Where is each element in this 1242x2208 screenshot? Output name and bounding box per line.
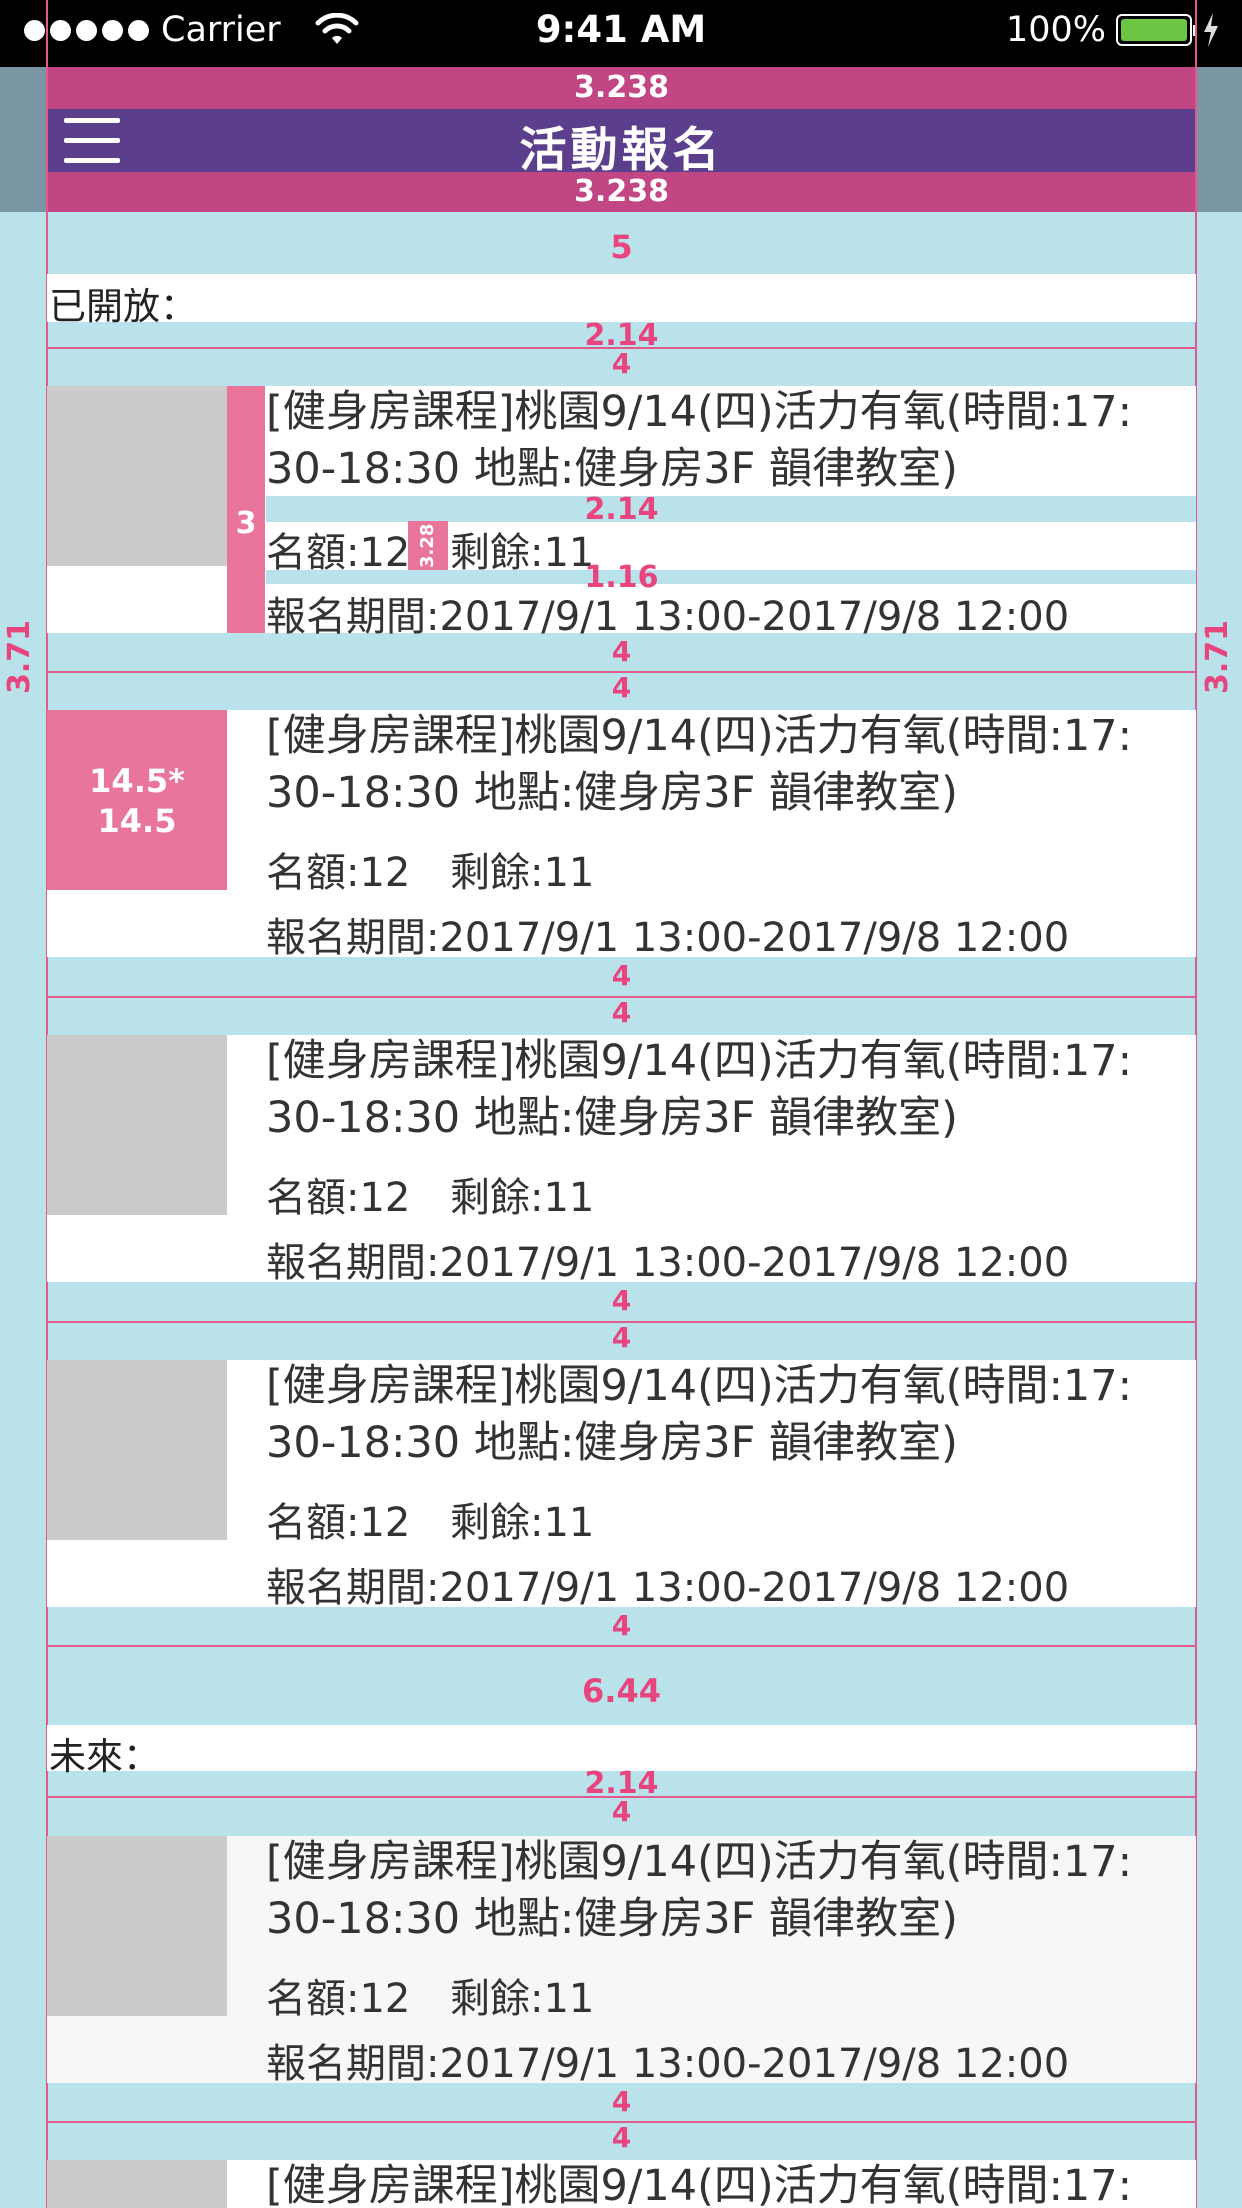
item-gap-measure: 4 bbox=[611, 1795, 632, 1828]
event-remaining: 剩餘:11 bbox=[450, 1976, 595, 2022]
item-gap-measure: 4 bbox=[611, 996, 632, 1029]
open-section-spacing-above: 5 bbox=[610, 228, 633, 266]
charging-bolt-icon bbox=[1204, 13, 1218, 47]
event-thumbnail bbox=[47, 386, 227, 566]
event-title-line1: [健身房課程]桃園9/14(四)活力有氧(時間:17: bbox=[266, 2161, 1133, 2208]
nav-bottom-spacing: 3.238 bbox=[47, 172, 1196, 212]
event-quota: 名額:12 bbox=[266, 1976, 411, 2022]
future-section-spacing-above: 6.44 bbox=[582, 1672, 661, 1710]
event-period: 報名期間:2017/9/1 13:00-2017/9/8 12:00 bbox=[266, 915, 1070, 961]
left-side-measure: 3.71 bbox=[2, 620, 37, 695]
event-title-line1: [健身房課程]桃園9/14(四)活力有氧(時間:17: bbox=[266, 1036, 1133, 1086]
left-margin-guide bbox=[0, 67, 47, 212]
battery-icon bbox=[1116, 14, 1197, 46]
event-title-line2: 30-18:30 地點:健身房3F 韻律教室) bbox=[266, 1418, 958, 1468]
page-title: 活動報名 bbox=[519, 123, 724, 178]
thumb-size-line1: 14.5* bbox=[89, 762, 185, 800]
event-title-line2: 30-18:30 地點:健身房3F 韻律教室) bbox=[266, 1894, 958, 1944]
event-remaining: 剩餘:11 bbox=[450, 1500, 595, 1546]
event-thumbnail bbox=[47, 1360, 227, 1540]
item-gap-measure: 4 bbox=[611, 2085, 632, 2118]
event-quota: 名額:12 bbox=[266, 850, 411, 896]
event-remaining: 剩餘:11 bbox=[450, 850, 595, 896]
right-margin-guide bbox=[1196, 67, 1242, 212]
item-gap-measure: 4 bbox=[611, 635, 632, 668]
nav-top-measure: 3.238 bbox=[574, 70, 669, 105]
item-gap-measure: 4 bbox=[611, 1609, 632, 1642]
item-gap-measure: 4 bbox=[611, 671, 632, 704]
item-gap-measure: 4 bbox=[611, 347, 632, 380]
status-bar: Carrier 9:41 AM 100% bbox=[0, 0, 1242, 67]
event-quota: 名額:12 bbox=[266, 1500, 411, 1546]
event-title-line2: 30-18:30 地點:健身房3F 韻律教室) bbox=[266, 1093, 958, 1143]
event-period: 報名期間:2017/9/1 13:00-2017/9/8 12:00 bbox=[266, 1240, 1070, 1286]
event-quota: 名額:12 bbox=[266, 1175, 411, 1221]
event-thumbnail bbox=[47, 1836, 227, 2016]
nav-bottom-measure: 3.238 bbox=[574, 174, 669, 209]
event-title-line1: [健身房課程]桃園9/14(四)活力有氧(時間:17: bbox=[266, 1361, 1133, 1411]
item-gap-measure: 4 bbox=[611, 1321, 632, 1354]
event-title-line1: [健身房課程]桃園9/14(四)活力有氧(時間:17: bbox=[266, 387, 1133, 437]
event-thumbnail bbox=[47, 1035, 227, 1215]
item-gap-measure: 4 bbox=[611, 1284, 632, 1317]
battery-group: 100% bbox=[1006, 10, 1220, 50]
event-period: 報名期間:2017/9/1 13:00-2017/9/8 12:00 bbox=[266, 1565, 1070, 1611]
event-title-line2: 30-18:30 地點:健身房3F 韻律教室) bbox=[266, 768, 958, 818]
thumb-size-line2: 14.5 bbox=[97, 802, 177, 840]
event-title-line1: [健身房課程]桃園9/14(四)活力有氧(時間:17: bbox=[266, 711, 1133, 761]
event-title-line2: 30-18:30 地點:健身房3F 韻律教室) bbox=[266, 444, 958, 494]
item-divider bbox=[47, 1645, 1196, 1647]
item-gap-measure: 4 bbox=[611, 2121, 632, 2154]
item-gap-measure: 4 bbox=[611, 959, 632, 992]
future-section-header: 未來： bbox=[47, 1725, 1196, 1778]
battery-percent: 100% bbox=[1005, 10, 1106, 50]
event-remaining: 剩餘:11 bbox=[450, 1175, 595, 1221]
event-title-line1: [健身房課程]桃園9/14(四)活力有氧(時間:17: bbox=[266, 1837, 1133, 1887]
event-thumbnail-size-annotation: 14.5* 14.5 bbox=[47, 710, 227, 890]
event-period: 報名期間:2017/9/1 13:00-2017/9/8 12:00 bbox=[266, 2041, 1070, 2087]
open-section-header: 已開放： bbox=[47, 274, 1196, 328]
nav-top-spacing: 3.238 bbox=[47, 67, 1196, 109]
event-title-clip: [健身房課程]桃園9/14(四)活力有氧(時間:17: bbox=[266, 2158, 1196, 2208]
event-period: 報名期間:2017/9/1 13:00-2017/9/8 12:00 bbox=[266, 594, 1070, 640]
event-thumbnail bbox=[47, 2160, 227, 2208]
title-meta-gap-measure: 2.14 bbox=[584, 492, 659, 527]
right-side-measure: 3.71 bbox=[1200, 620, 1235, 695]
